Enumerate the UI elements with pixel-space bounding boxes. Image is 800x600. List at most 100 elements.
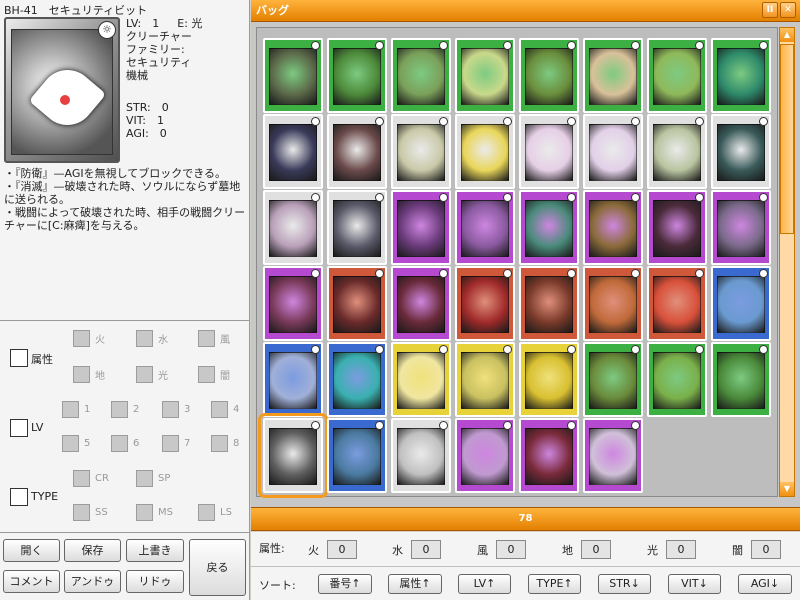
bag-card[interactable] [583, 418, 643, 493]
attr-option-wind[interactable]: 風 [198, 330, 230, 347]
open-button[interactable]: 開く [3, 539, 60, 562]
attr-option-earth[interactable]: 地 [73, 366, 105, 383]
attr-option-fire[interactable]: 火 [73, 330, 105, 347]
comment-button[interactable]: コメント [3, 570, 60, 593]
bag-card[interactable] [327, 342, 387, 417]
card-art [333, 428, 381, 485]
bag-card[interactable] [263, 190, 323, 265]
bag-card[interactable] [263, 266, 323, 341]
bag-card[interactable] [391, 38, 451, 113]
bag-card[interactable] [711, 342, 771, 417]
overwrite-button[interactable]: 上書き [126, 539, 184, 562]
bag-card[interactable] [519, 418, 579, 493]
bag-card[interactable] [711, 38, 771, 113]
bag-card[interactable] [327, 266, 387, 341]
bag-card[interactable] [519, 190, 579, 265]
bag-card[interactable] [711, 114, 771, 189]
left-panel: BH-41 セキュリティビット ☼ LV: 1 E: 光 クリーチャー ファミリ… [0, 0, 250, 600]
lv-option-4[interactable]: 4 [211, 401, 239, 418]
lv-option-6[interactable]: 6 [111, 435, 139, 452]
type-option-cr[interactable]: CR [73, 470, 109, 487]
attr-summary-label: 属性: [259, 542, 285, 555]
element-badge-icon [631, 117, 640, 126]
bag-card[interactable] [391, 342, 451, 417]
sort-agi-button[interactable]: AGI↓ [738, 574, 792, 594]
back-button[interactable]: 戻る [189, 539, 246, 596]
sort-vit-button[interactable]: VIT↓ [668, 574, 721, 594]
bag-card[interactable] [519, 114, 579, 189]
bag-card[interactable] [391, 418, 451, 493]
bag-card[interactable] [583, 114, 643, 189]
undo-button[interactable]: アンドゥ [64, 570, 121, 593]
bag-card[interactable] [263, 342, 323, 417]
bag-card[interactable] [455, 418, 515, 493]
bag-card[interactable] [455, 114, 515, 189]
bag-card[interactable] [455, 38, 515, 113]
bag-card[interactable] [583, 190, 643, 265]
lv-option-2[interactable]: 2 [111, 401, 139, 418]
type-option-ls[interactable]: LS [198, 504, 232, 521]
bag-card[interactable] [647, 342, 707, 417]
bag-card[interactable] [647, 266, 707, 341]
bag-card[interactable] [455, 190, 515, 265]
redo-button[interactable]: リドゥ [126, 570, 184, 593]
bag-card[interactable] [647, 114, 707, 189]
sort-number-button[interactable]: 番号↑ [318, 574, 372, 594]
bag-card[interactable] [583, 342, 643, 417]
lv-option-3[interactable]: 3 [162, 401, 190, 418]
attr-filter-checkbox[interactable] [10, 349, 28, 367]
attr-filter-label: 属性 [31, 353, 53, 366]
bag-card[interactable] [327, 114, 387, 189]
bag-card[interactable] [519, 38, 579, 113]
sort-lv-button[interactable]: LV↑ [458, 574, 511, 594]
lv-filter-checkbox[interactable] [10, 419, 28, 437]
bag-card[interactable] [519, 342, 579, 417]
sort-type-button[interactable]: TYPE↑ [528, 574, 581, 594]
bag-card[interactable] [711, 266, 771, 341]
type-option-sp[interactable]: SP [136, 470, 170, 487]
attr-count-fire: 火0 [308, 540, 357, 559]
save-button[interactable]: 保存 [64, 539, 121, 562]
bag-card[interactable] [455, 266, 515, 341]
attr-option-dark[interactable]: 闇 [198, 366, 230, 383]
bag-scrollbar[interactable]: ▲ ▼ [779, 27, 795, 497]
type-filter-checkbox[interactable] [10, 488, 28, 506]
scroll-thumb[interactable] [780, 44, 794, 234]
bag-card[interactable] [647, 38, 707, 113]
bag-card[interactable] [263, 38, 323, 113]
lv-option-7[interactable]: 7 [162, 435, 190, 452]
bag-card[interactable] [327, 38, 387, 113]
lv-option-1[interactable]: 1 [62, 401, 90, 418]
pause-icon[interactable]: II [762, 2, 778, 18]
type-option-ms[interactable]: MS [136, 504, 173, 521]
element-badge-icon [695, 269, 704, 278]
type-option-ss[interactable]: SS [73, 504, 108, 521]
attr-option-water[interactable]: 水 [136, 330, 168, 347]
bag-card[interactable] [711, 190, 771, 265]
sort-attr-button[interactable]: 属性↑ [388, 574, 442, 594]
lv-option-8[interactable]: 8 [211, 435, 239, 452]
bag-card[interactable] [391, 190, 451, 265]
card-vit: VIT: 1 [126, 114, 164, 127]
bag-card[interactable] [647, 190, 707, 265]
attr-option-light[interactable]: 光 [136, 366, 168, 383]
bag-card[interactable] [258, 413, 328, 498]
bag-card[interactable] [327, 190, 387, 265]
bag-card[interactable] [327, 418, 387, 493]
element-badge-icon [439, 421, 448, 430]
close-icon[interactable]: ✕ [780, 2, 796, 18]
lv-option-5[interactable]: 5 [62, 435, 90, 452]
scroll-down-arrow-icon[interactable]: ▼ [780, 482, 794, 496]
card-level: LV: 1 [126, 17, 160, 30]
bag-card[interactable] [263, 114, 323, 189]
bag-card[interactable] [391, 266, 451, 341]
bag-card[interactable] [583, 38, 643, 113]
scroll-up-arrow-icon[interactable]: ▲ [780, 28, 794, 42]
bag-card[interactable] [391, 114, 451, 189]
card-art [11, 29, 113, 155]
bag-card[interactable] [455, 342, 515, 417]
bag-card[interactable] [583, 266, 643, 341]
sort-str-button[interactable]: STR↓ [598, 574, 651, 594]
bag-card[interactable] [519, 266, 579, 341]
card-art [333, 276, 381, 333]
